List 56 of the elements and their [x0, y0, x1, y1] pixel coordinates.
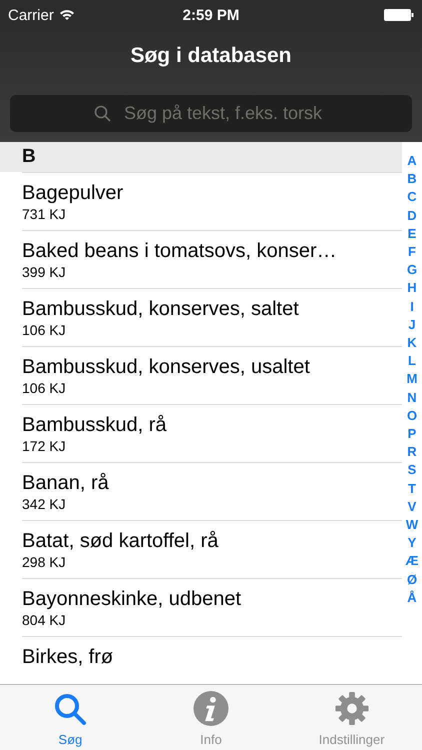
- energy-value: 298 KJ: [22, 553, 66, 571]
- index-letter[interactable]: W: [406, 516, 418, 534]
- index-letter[interactable]: R: [407, 443, 417, 462]
- wifi-icon: [58, 9, 75, 21]
- tab-item[interactable]: Søg: [0, 685, 141, 750]
- energy-value: 342 KJ: [22, 495, 66, 513]
- carrier-name: Carrier: [8, 6, 54, 24]
- energy-value: 172 KJ: [22, 437, 66, 455]
- food-name[interactable]: Bayonneskinke, udbenet: [22, 587, 242, 611]
- index-letter[interactable]: F: [408, 243, 416, 262]
- index-letter[interactable]: G: [406, 261, 418, 280]
- section-header: B: [0, 142, 402, 172]
- index-letter[interactable]: K: [407, 334, 417, 352]
- index-letter[interactable]: I: [410, 298, 414, 316]
- food-name[interactable]: Bambusskud, rå: [22, 413, 167, 437]
- index-letter[interactable]: N: [407, 388, 417, 407]
- energy-value: 731 KJ: [22, 205, 66, 223]
- food-name[interactable]: Birkes, frø: [22, 645, 114, 669]
- index-letter[interactable]: V: [408, 498, 416, 516]
- search-icon: [94, 105, 111, 122]
- index-letter[interactable]: L: [408, 352, 416, 370]
- index-letter[interactable]: Å: [407, 588, 417, 608]
- tab-item[interactable]: Info: [140, 685, 282, 750]
- energy-value: 106 KJ: [22, 321, 66, 339]
- food-name[interactable]: Bambusskud, konserves, saltet: [22, 297, 299, 321]
- energy-value: 804 KJ: [22, 611, 66, 629]
- energy-value: 399 KJ: [22, 263, 66, 281]
- index-letter[interactable]: E: [408, 224, 416, 244]
- food-name[interactable]: Baked beans i tomatsovs, konser…: [22, 239, 337, 263]
- tab-item[interactable]: Indstillinger: [281, 685, 422, 750]
- status-time: 2:59 PM: [182, 6, 240, 24]
- search-icon: [53, 692, 88, 726]
- settings-icon: [334, 691, 370, 726]
- index-letter[interactable]: C: [407, 188, 417, 207]
- food-name[interactable]: Bambusskud, konserves, usaltet: [22, 355, 310, 379]
- nav-title: Søg i databasen: [129, 43, 293, 69]
- index-letter[interactable]: D: [407, 206, 417, 225]
- index-letter[interactable]: P: [408, 425, 416, 444]
- battery-icon: [384, 9, 414, 21]
- food-name[interactable]: Batat, sød kartoffel, rå: [22, 529, 218, 553]
- food-name[interactable]: Banan, rå: [22, 471, 109, 495]
- energy-value: 106 KJ: [22, 379, 66, 397]
- index-letter[interactable]: B: [407, 170, 417, 188]
- index-letter[interactable]: O: [406, 406, 418, 426]
- food-name[interactable]: Bagepulver: [22, 181, 124, 205]
- index-letter[interactable]: T: [408, 480, 416, 498]
- index-letter[interactable]: J: [408, 316, 416, 334]
- index-letter[interactable]: Ø: [406, 570, 418, 589]
- index-letter[interactable]: H: [407, 279, 417, 298]
- search-field[interactable]: Søg på tekst, f.eks. torsk: [10, 95, 412, 132]
- info-icon: [193, 691, 229, 726]
- index-letter[interactable]: Y: [408, 534, 416, 552]
- index-letter[interactable]: M: [406, 370, 418, 389]
- index-letter[interactable]: S: [408, 461, 416, 480]
- index-letter[interactable]: A: [407, 152, 417, 170]
- index-letter[interactable]: Æ: [406, 552, 418, 571]
